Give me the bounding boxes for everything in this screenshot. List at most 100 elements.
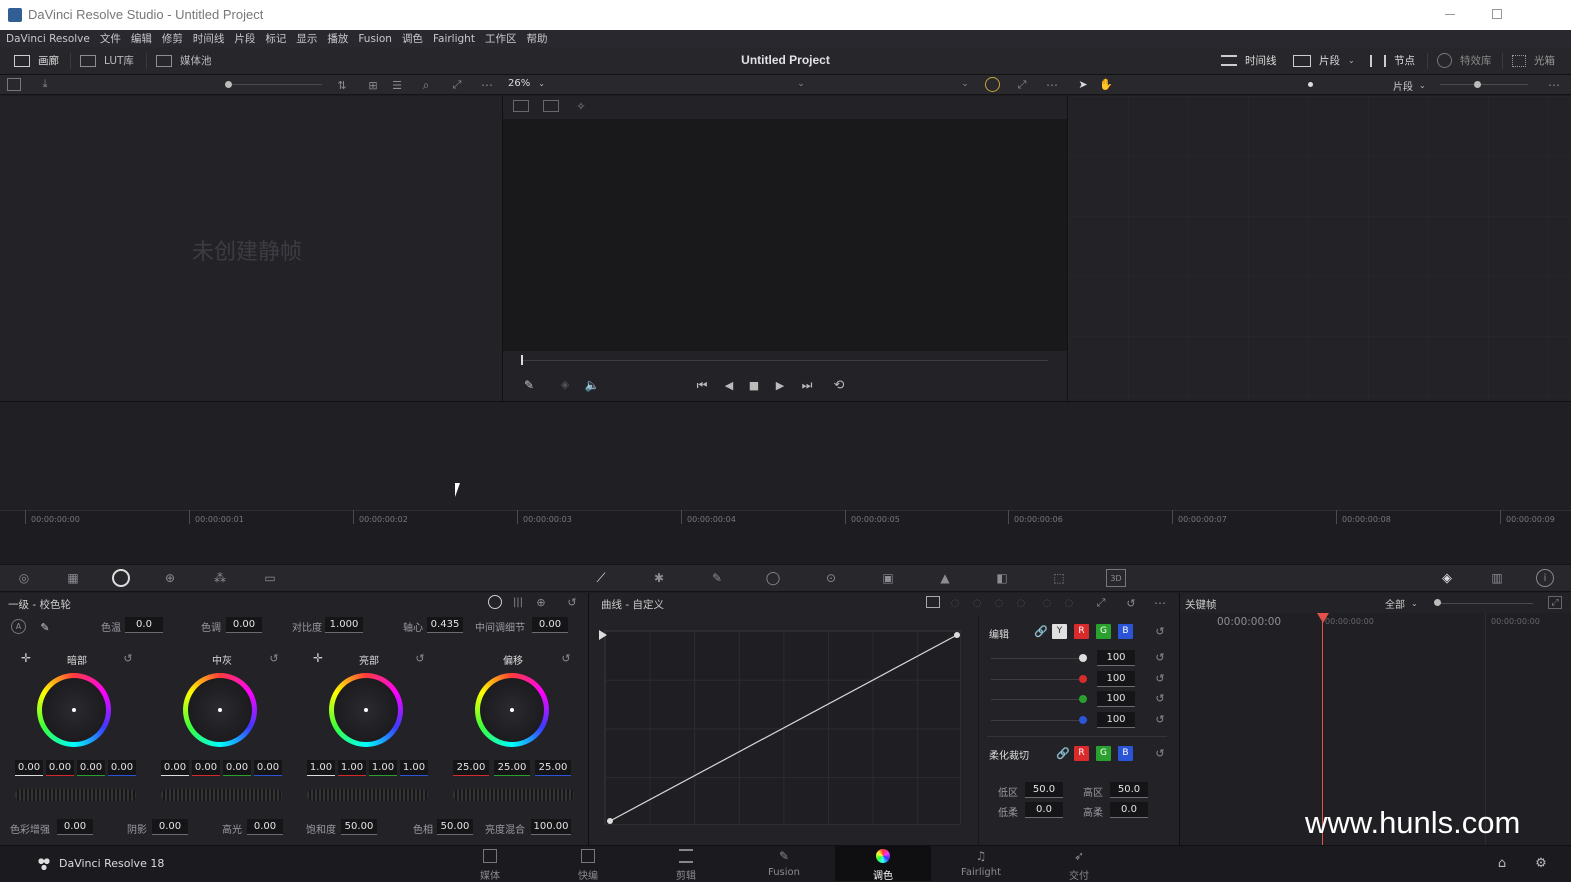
hue-vs-lum-icon[interactable]: ◌	[992, 596, 1006, 610]
contrast-value[interactable]: 1.000	[325, 617, 363, 633]
grid-view-icon[interactable]: ⊞	[366, 78, 380, 92]
keyframes-toggle-icon[interactable]: ◈	[1437, 569, 1457, 587]
offset-master-wheel[interactable]	[453, 789, 574, 801]
auto-balance-icon[interactable]: A	[11, 619, 26, 634]
menu-clip[interactable]: 片段	[234, 31, 255, 46]
sidebar-toggle-icon[interactable]	[7, 78, 21, 91]
hdr-wheels-icon[interactable]: ⊕	[160, 569, 180, 587]
hue-value[interactable]: 50.00	[437, 819, 473, 835]
keyframe-filter-dropdown[interactable]: 全部 ⌄	[1385, 596, 1418, 611]
volume-icon[interactable]: 🔈	[584, 377, 600, 393]
key-icon[interactable]: ◧	[992, 569, 1012, 587]
gamma-reset-icon[interactable]: ↺	[267, 651, 281, 665]
gamma-y[interactable]: 0.00	[161, 760, 189, 776]
lum-mix-value[interactable]: 100.00	[531, 819, 571, 835]
color-boost-value[interactable]: 0.00	[57, 819, 93, 835]
gear-icon[interactable]: ⚙	[1533, 855, 1549, 871]
effects-library-toggle[interactable]: 特效库	[1437, 53, 1492, 68]
color-sync-icon[interactable]	[985, 77, 1000, 92]
mid-detail-value[interactable]: 0.00	[532, 617, 568, 633]
gallery-zoom-handle[interactable]	[225, 81, 232, 88]
curves-icon[interactable]: ⟋	[591, 569, 611, 587]
menu-help[interactable]: 帮助	[526, 31, 547, 46]
offset-wheel[interactable]	[475, 673, 549, 747]
play-icon[interactable]: ▶	[773, 377, 787, 393]
log-mode-icon[interactable]: ⊕	[534, 595, 548, 609]
intensity-g-reset-icon[interactable]: ↺	[1153, 691, 1167, 705]
gamma-b[interactable]: 0.00	[254, 760, 282, 776]
minimize-icon[interactable]	[1445, 14, 1455, 15]
keyframe-playhead-handle[interactable]	[1317, 613, 1329, 623]
reset-all-icon[interactable]: ↺	[565, 595, 579, 609]
edit-reset-icon[interactable]: ↺	[1153, 624, 1167, 638]
keyframe-zoom-slider[interactable]	[1438, 603, 1533, 604]
info-icon[interactable]: i	[1536, 569, 1554, 587]
soft-clip-b-toggle[interactable]: B	[1118, 746, 1133, 761]
clip-chevron-down-icon[interactable]: ⌄	[795, 77, 807, 91]
intensity-r-value[interactable]: 100	[1097, 671, 1135, 687]
intensity-g-handle[interactable]	[1079, 695, 1087, 703]
maximize-icon[interactable]	[1492, 9, 1502, 19]
loop-icon[interactable]: ⟲	[830, 377, 848, 393]
tracker-icon[interactable]: ⊙	[821, 569, 841, 587]
scrubber-track[interactable]	[521, 360, 1048, 361]
menu-timeline[interactable]: 时间线	[193, 31, 225, 46]
menu-davinci[interactable]: DaVinci Resolve	[6, 33, 90, 45]
expand-icon[interactable]: ⤢	[450, 78, 464, 92]
menu-file[interactable]: 文件	[100, 31, 121, 46]
gamma-g[interactable]: 0.00	[223, 760, 251, 776]
menu-fairlight[interactable]: Fairlight	[433, 33, 475, 45]
lift-r[interactable]: 0.00	[46, 760, 74, 776]
viewer-more-icon[interactable]: ⋯	[1044, 78, 1060, 92]
gallery-zoom-slider[interactable]	[232, 84, 322, 85]
viewer-zoom-dropdown[interactable]: 26% ⌄	[508, 78, 545, 89]
skip-start-icon[interactable]: ⏮	[693, 377, 711, 393]
window-icon[interactable]: ◯	[763, 569, 783, 587]
timeline-toggle[interactable]: 时间线	[1221, 53, 1277, 68]
crosshair-icon[interactable]: ✛	[19, 651, 33, 665]
more-options-icon[interactable]: ⋯	[479, 78, 495, 92]
curves-reset-icon[interactable]: ↺	[1124, 596, 1138, 610]
thumb-size-slider[interactable]	[1440, 84, 1528, 85]
curves-more-icon[interactable]: ⋯	[1152, 596, 1168, 610]
curves-expand-icon[interactable]: ⤢	[1094, 596, 1108, 610]
skip-end-icon[interactable]: ⏭	[798, 377, 816, 393]
channel-g-toggle[interactable]: G	[1096, 624, 1111, 639]
high-soft-value[interactable]: 0.0	[1110, 802, 1148, 818]
gain-reset-icon[interactable]: ↺	[413, 651, 427, 665]
gain-g[interactable]: 1.00	[369, 760, 397, 776]
color-match-icon[interactable]: ▦	[63, 570, 83, 586]
page-media[interactable]: 媒体	[442, 845, 538, 882]
list-view-icon[interactable]: ☰	[390, 78, 404, 92]
curve-black-point[interactable]	[599, 630, 607, 640]
soft-clip-reset-icon[interactable]: ↺	[1153, 746, 1167, 760]
menu-color[interactable]: 调色	[402, 31, 423, 46]
node-editor[interactable]	[1068, 96, 1571, 401]
lift-reset-icon[interactable]: ↺	[121, 651, 135, 665]
link-icon[interactable]: 🔗	[1034, 624, 1048, 638]
fullscreen-icon[interactable]: ⤢	[1015, 78, 1029, 92]
intensity-y-slider[interactable]	[991, 658, 1083, 659]
high-clip-value[interactable]: 50.0	[1110, 782, 1148, 798]
sat-vs-lum-icon[interactable]: ◌	[1062, 596, 1076, 610]
offset-b[interactable]: 25.00	[535, 760, 571, 776]
stop-icon[interactable]: ■	[747, 377, 761, 393]
intensity-r-reset-icon[interactable]: ↺	[1153, 671, 1167, 685]
clip-filter-dropdown[interactable]: 片段 ⌄	[1393, 78, 1426, 93]
page-fusion[interactable]: ✎ Fusion	[736, 845, 832, 881]
camera-raw-icon[interactable]: ◎	[14, 570, 34, 586]
page-edit[interactable]: 剪辑	[638, 845, 734, 882]
pointer-icon[interactable]: ➤	[1076, 77, 1090, 92]
crosshair-plus-icon[interactable]: ✛	[311, 651, 325, 665]
intensity-r-slider[interactable]	[991, 679, 1083, 680]
lightbox-toggle[interactable]: 光箱	[1512, 53, 1555, 68]
soft-clip-link-icon[interactable]: 🔗	[1056, 746, 1070, 760]
saturation-value[interactable]: 50.00	[341, 819, 377, 835]
sat-vs-sat-icon[interactable]: ◌	[1040, 596, 1054, 610]
gain-y[interactable]: 1.00	[307, 760, 335, 776]
menu-edit[interactable]: 编辑	[131, 31, 152, 46]
channel-y-toggle[interactable]: Y	[1052, 624, 1067, 639]
viewer-mode-icon[interactable]	[513, 100, 529, 112]
gamma-wheel[interactable]	[183, 673, 257, 747]
3d-icon[interactable]: 3D	[1106, 569, 1126, 587]
